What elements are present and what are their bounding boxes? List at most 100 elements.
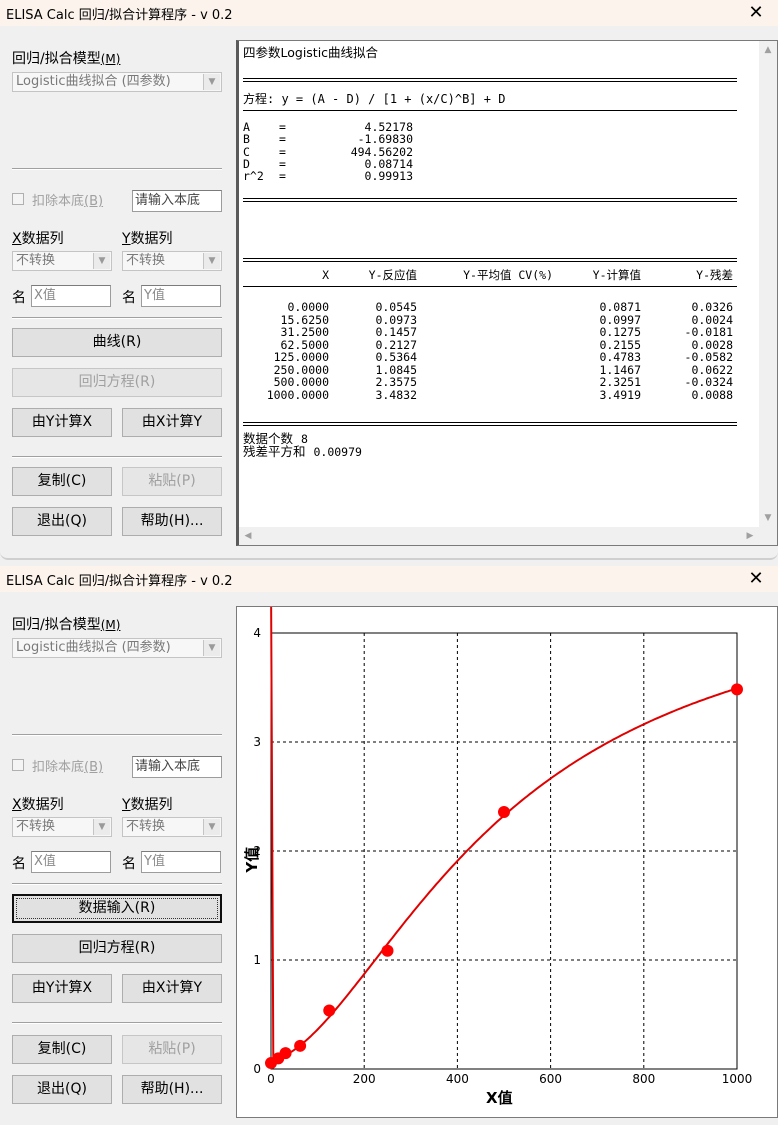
x-transform-select[interactable]: 不转换 ▼: [12, 251, 112, 271]
parameter-name: C: [243, 144, 250, 159]
scroll-left-icon[interactable]: ◀: [239, 527, 257, 545]
x-transform-select[interactable]: 不转换 ▼: [12, 817, 112, 837]
table-cell: 0.0973: [375, 312, 417, 327]
calc-x-from-y-button[interactable]: 由Y计算X: [12, 974, 112, 1003]
x-name-input[interactable]: X值: [31, 285, 111, 307]
x-name-input[interactable]: X值: [31, 851, 111, 873]
model-select[interactable]: Logistic曲线拟合 (四参数) ▼: [12, 72, 222, 92]
curve-button[interactable]: 曲线(R): [12, 328, 222, 357]
chevron-down-icon: ▼: [203, 253, 220, 269]
table-cell: 3.4919: [599, 387, 641, 402]
table-row: 15.6250 0.0973 0.0997 0.0024: [243, 314, 737, 326]
help-button[interactable]: 帮助(H)...: [122, 1075, 222, 1104]
divider: [12, 317, 222, 319]
data-point: [731, 683, 743, 696]
double-rule: [243, 78, 737, 82]
x-tick-label: 600: [539, 1072, 562, 1086]
y-transform-select[interactable]: 不转换 ▼: [122, 817, 222, 837]
parameter-row: A = 4.52178: [243, 121, 543, 133]
scroll-up-icon[interactable]: ▲: [759, 41, 777, 59]
table-cell: 1.0845: [375, 362, 417, 377]
table-cell: 0.0997: [599, 312, 641, 327]
column-header: Y-反应值: [368, 268, 417, 282]
parameter-value: -1.69830: [357, 132, 413, 147]
rule: [243, 286, 737, 287]
table-cell: 0.0024: [691, 312, 733, 327]
deduct-checkbox[interactable]: [12, 193, 24, 205]
y-tick-label: 0: [253, 1062, 261, 1076]
y-name-input[interactable]: Y值: [141, 285, 221, 307]
y-name-input[interactable]: Y值: [141, 851, 221, 873]
y-transform-select[interactable]: 不转换 ▼: [122, 251, 222, 271]
table-header: X Y-反应值 Y-平均值 CV(%) Y-计算值 Y-残差: [243, 267, 737, 283]
parameter-row: D = 0.08714: [243, 158, 543, 170]
scroll-corner: [759, 527, 777, 545]
regression-equation-button[interactable]: 回归方程(R): [12, 934, 222, 963]
table-cell: 0.0545: [375, 300, 417, 314]
window-title: ELISA Calc 回归/拟合计算程序 - v 0.2: [6, 574, 233, 589]
model-label: 回归/拟合模型(M): [12, 51, 121, 67]
copy-button[interactable]: 复制(C): [12, 1035, 112, 1064]
data-point: [498, 806, 510, 819]
chart-panel: 0 200 400 600 800 1000 0 1 2 3 4 X值 Y值: [236, 576, 778, 1118]
column-header: Y-计算值: [592, 268, 641, 282]
table-row: 250.0000 1.0845 1.1467 0.0622: [243, 364, 737, 376]
table-cell: 0.0000: [287, 300, 329, 314]
x-tick-label: 800: [632, 1072, 655, 1086]
y-name-label: 名: [122, 290, 136, 306]
deduct-label: 扣除本底(B): [32, 760, 104, 775]
paste-button[interactable]: 粘贴(P): [122, 1035, 222, 1064]
horizontal-scrollbar[interactable]: ◀ ▶: [239, 527, 759, 545]
parameter-row: C = 494.56202: [243, 146, 543, 158]
chevron-down-icon: ▼: [203, 640, 220, 656]
parameter-equals: =: [279, 169, 286, 184]
title-bar: ELISA Calc 回归/拟合计算程序 - v 0.2 ✕: [0, 0, 778, 26]
x-tick-label: 1000: [722, 1072, 753, 1086]
table-cell: 500.0000: [273, 375, 329, 389]
x-tick-label: 400: [446, 1072, 469, 1086]
exit-button[interactable]: 退出(Q): [12, 1075, 112, 1104]
chevron-down-icon: ▼: [203, 74, 220, 90]
table-cell: 0.1457: [375, 325, 417, 339]
help-button[interactable]: 帮助(H)...: [122, 507, 222, 536]
deduct-checkbox[interactable]: [12, 759, 24, 771]
divider: [12, 456, 222, 458]
y-column-label: Y数据列: [122, 231, 173, 247]
copy-button[interactable]: 复制(C): [12, 467, 112, 496]
vertical-scrollbar[interactable]: ▲ ▼: [759, 41, 777, 527]
scroll-down-icon[interactable]: ▼: [759, 509, 777, 527]
background-input[interactable]: 请输入本底: [132, 190, 222, 212]
divider: [12, 734, 222, 736]
chevron-down-icon: ▼: [93, 819, 110, 835]
background-input[interactable]: 请输入本底: [132, 756, 222, 778]
table-cell: 0.5364: [375, 350, 417, 364]
calc-x-from-y-button[interactable]: 由Y计算X: [12, 408, 112, 437]
model-select[interactable]: Logistic曲线拟合 (四参数) ▼: [12, 638, 222, 658]
paste-button[interactable]: 粘贴(P): [122, 467, 222, 496]
table-cell: -0.0582: [684, 350, 733, 364]
x-column-label: X数据列: [12, 231, 64, 247]
x-axis-label: X值: [486, 1089, 513, 1107]
table-cell: 0.0871: [599, 300, 641, 314]
table-row: 62.5000 0.2127 0.2155 0.0028: [243, 339, 737, 351]
table-row: 31.2500 0.1457 0.1275 -0.0181: [243, 326, 737, 338]
data-input-button[interactable]: 数据输入(R): [12, 894, 222, 923]
double-rule: [243, 422, 737, 426]
scroll-right-icon[interactable]: ▶: [741, 527, 759, 545]
y-axis-label: Y值: [243, 847, 261, 874]
result-text-panel[interactable]: 四参数Logistic曲线拟合 方程: y = (A - D) / [1 + (…: [236, 40, 778, 546]
calc-y-from-x-button[interactable]: 由X计算Y: [122, 408, 222, 437]
close-icon[interactable]: ✕: [744, 1, 768, 25]
parameter-equals: =: [279, 120, 286, 134]
x-column-label: X数据列: [12, 797, 64, 813]
regression-equation-button[interactable]: 回归方程(R): [12, 368, 222, 397]
table-cell: 0.0622: [691, 362, 733, 377]
parameter-equals: =: [279, 132, 286, 147]
y-column-label: Y数据列: [122, 797, 173, 813]
parameter-equals: =: [279, 156, 286, 171]
table-row: 1000.0000 3.4832 3.4919 0.0088: [243, 389, 737, 401]
exit-button[interactable]: 退出(Q): [12, 507, 112, 536]
calc-y-from-x-button[interactable]: 由X计算Y: [122, 974, 222, 1003]
table-row: 0.0000 0.0545 0.0871 0.0326: [243, 301, 737, 313]
close-icon[interactable]: ✕: [744, 567, 768, 591]
